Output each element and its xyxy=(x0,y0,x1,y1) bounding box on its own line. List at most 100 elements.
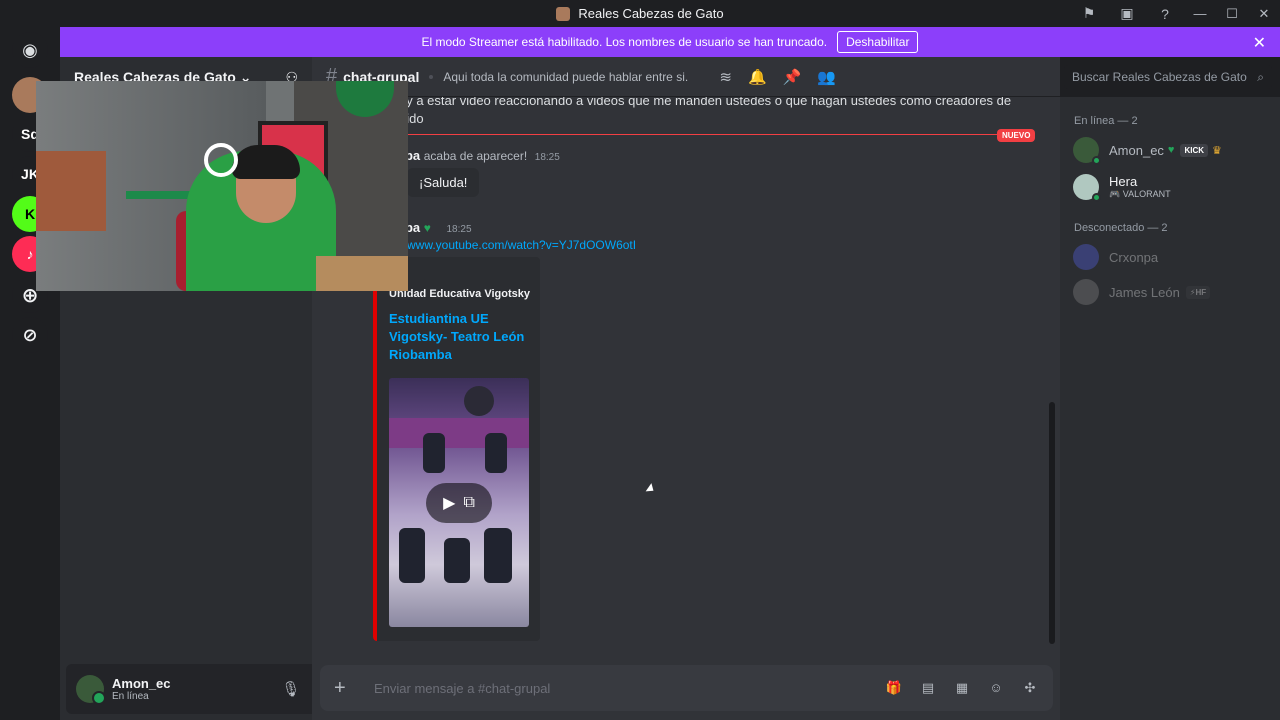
username: Amon_ec xyxy=(112,676,171,691)
message-line: oy a estar video reaccionando a videos q… xyxy=(399,97,1012,108)
thumbnail-figure xyxy=(484,528,512,583)
webcam-desk xyxy=(316,256,408,291)
member-activity-text: VALORANT xyxy=(1122,189,1171,199)
member-badge-text: HF xyxy=(1195,287,1207,297)
inbox-icon[interactable]: ▣ xyxy=(1108,0,1146,27)
member-item[interactable]: Crxonpa xyxy=(1073,240,1273,274)
embed-title[interactable]: Estudiantina UE Vigotsky- Teatro León Ri… xyxy=(389,310,534,364)
thumbnail-stage xyxy=(389,418,529,448)
thumbnail-figure xyxy=(399,528,425,583)
message-list[interactable]: oy a estar video reaccionando a videos q… xyxy=(312,97,1060,659)
kick-badge: KICK xyxy=(1180,143,1209,157)
discord-home-icon[interactable]: ◉ xyxy=(12,32,48,68)
user-status: En línea xyxy=(112,691,149,702)
video-thumbnail[interactable]: ▶ ⧉ xyxy=(389,378,529,627)
close-icon[interactable]: ✕ xyxy=(1253,33,1266,53)
timestamp: 18:25 xyxy=(534,152,560,163)
member-name: Amon_ec xyxy=(1109,142,1164,158)
play-triangle-icon: ▶ xyxy=(443,495,456,512)
channel-topic[interactable]: Aqui toda la comunidad puede hablar entr… xyxy=(443,70,688,84)
game-controller-icon: 🎮 xyxy=(1109,189,1121,199)
webcam-overlay xyxy=(36,81,408,291)
title-bar: Reales Cabezas de Gato ⚑ ▣ ? — ☐ ✕ xyxy=(0,0,1280,27)
maximize-button[interactable]: ☐ xyxy=(1216,0,1248,27)
thumbnail-figure xyxy=(444,538,470,583)
thumbnail-figure xyxy=(485,433,507,473)
minimize-button[interactable]: — xyxy=(1184,0,1216,27)
new-messages-divider xyxy=(392,134,1034,135)
explore-servers-icon[interactable]: ⊘ xyxy=(12,317,48,353)
search-icon: ⌕ xyxy=(1257,70,1264,84)
header-toolbar: ≋ 🔔 📌 👥 xyxy=(719,57,1052,97)
apps-icon[interactable]: ✣ xyxy=(1021,680,1039,696)
search-input[interactable]: Buscar Reales Cabezas de Gato ⌕ xyxy=(1064,65,1272,89)
message-placeholder: Enviar mensaje a #chat-grupal xyxy=(374,680,551,696)
flag-icon[interactable]: ⚑ xyxy=(1070,0,1108,27)
member-name: Hera xyxy=(1109,174,1138,189)
gif-icon[interactable]: ▤ xyxy=(919,680,937,696)
open-external-icon: ⧉ xyxy=(463,494,475,511)
play-icon[interactable]: ▶ ⧉ xyxy=(426,483,492,523)
youtube-embed: ube Unidad Educativa Vigotsky Estudianti… xyxy=(373,257,540,641)
channel-header: # chat-grupal Aqui toda la comunidad pue… xyxy=(312,57,1060,97)
member-list-icon[interactable]: 👥 xyxy=(817,68,836,86)
heart-badge-icon: ♥ xyxy=(1167,144,1175,156)
offline-header: Desconectado — 2 xyxy=(1074,222,1168,234)
embed-channel[interactable]: Unidad Educativa Vigotsky xyxy=(389,288,530,300)
banner-text: El modo Streamer está habilitado. Los no… xyxy=(421,35,828,49)
member-list: En línea — 2 Amon_ec ♥ KICK ♛ Hera 🎮 VAL… xyxy=(1060,97,1280,720)
member-item[interactable]: Amon_ec ♥ KICK ♛ xyxy=(1073,133,1273,167)
timestamp: 18:25 xyxy=(446,224,472,235)
member-info: Hera 🎮 VALORANT xyxy=(1099,174,1171,200)
new-badge: NUEVO xyxy=(997,129,1036,142)
window-title: Reales Cabezas de Gato xyxy=(556,6,724,21)
composer-area: + Enviar mensaje a #chat-grupal 🎁 ▤ ▦ ☺ … xyxy=(312,659,1060,720)
user-info[interactable]: Amon_ec En línea xyxy=(112,676,171,702)
avatar xyxy=(1073,244,1099,270)
emoji-icon[interactable]: ☺ xyxy=(987,680,1005,696)
disable-streamer-button[interactable]: Deshabilitar xyxy=(837,31,919,53)
message-input[interactable]: + Enviar mensaje a #chat-grupal 🎁 ▤ ▦ ☺ … xyxy=(320,665,1053,711)
avatar xyxy=(1073,174,1101,202)
separator-dot xyxy=(429,74,434,79)
threads-icon[interactable]: ≋ xyxy=(719,68,732,86)
composer-tools: 🎁 ▤ ▦ ☺ ✣ xyxy=(885,680,1039,696)
server-icon xyxy=(556,6,571,21)
window-title-text: Reales Cabezas de Gato xyxy=(578,6,724,21)
pin-icon[interactable]: 📌 xyxy=(783,68,802,86)
thumbnail-drum xyxy=(464,386,494,416)
member-name: James León xyxy=(1109,284,1180,300)
avatar xyxy=(1073,137,1101,165)
youtube-link[interactable]: ://www.youtube.com/watch?v=YJ7dOOW6otI xyxy=(397,238,636,252)
title-bar-controls: ⚑ ▣ ? — ☐ ✕ xyxy=(1070,0,1280,27)
thumbnail-figure xyxy=(423,433,445,473)
online-header: En línea — 2 xyxy=(1074,115,1138,127)
webcam-hair xyxy=(232,145,300,179)
gift-icon[interactable]: 🎁 xyxy=(885,680,903,696)
avatar xyxy=(1073,279,1099,305)
close-window-button[interactable]: ✕ xyxy=(1248,0,1280,27)
avatar[interactable] xyxy=(76,675,106,705)
member-activity: 🎮 VALORANT xyxy=(1109,189,1171,200)
member-item[interactable]: James León ⚡HF xyxy=(1073,275,1273,309)
online-status-icon xyxy=(1092,156,1101,165)
online-status-icon xyxy=(1092,193,1101,202)
join-text: acaba de aparecer! xyxy=(423,149,528,163)
microphone-icon[interactable]: 🎙 xyxy=(281,680,300,698)
member-name: Crxonpa xyxy=(1109,249,1159,265)
sticker-icon[interactable]: ▦ xyxy=(953,680,971,696)
help-icon[interactable]: ? xyxy=(1146,0,1184,27)
scrollbar[interactable] xyxy=(1049,402,1055,644)
message-header: npa ♥ 18:25 xyxy=(397,220,472,235)
join-message: npa acaba de aparecer! 18:25 xyxy=(397,148,560,163)
streamer-mode-banner: El modo Streamer está habilitado. Los no… xyxy=(60,27,1280,57)
wave-greet-button[interactable]: ¡Saluda! xyxy=(407,168,480,197)
mouse-cursor-icon xyxy=(645,483,657,495)
search-placeholder: Buscar Reales Cabezas de Gato xyxy=(1072,70,1247,84)
notification-bell-icon[interactable]: 🔔 xyxy=(748,68,767,86)
ring-light-icon xyxy=(204,143,238,177)
member-badge: ⚡HF xyxy=(1185,285,1211,299)
webcam-poster xyxy=(36,151,106,231)
add-attachment-icon[interactable]: + xyxy=(334,677,354,700)
member-item[interactable]: Hera 🎮 VALORANT xyxy=(1073,170,1273,204)
